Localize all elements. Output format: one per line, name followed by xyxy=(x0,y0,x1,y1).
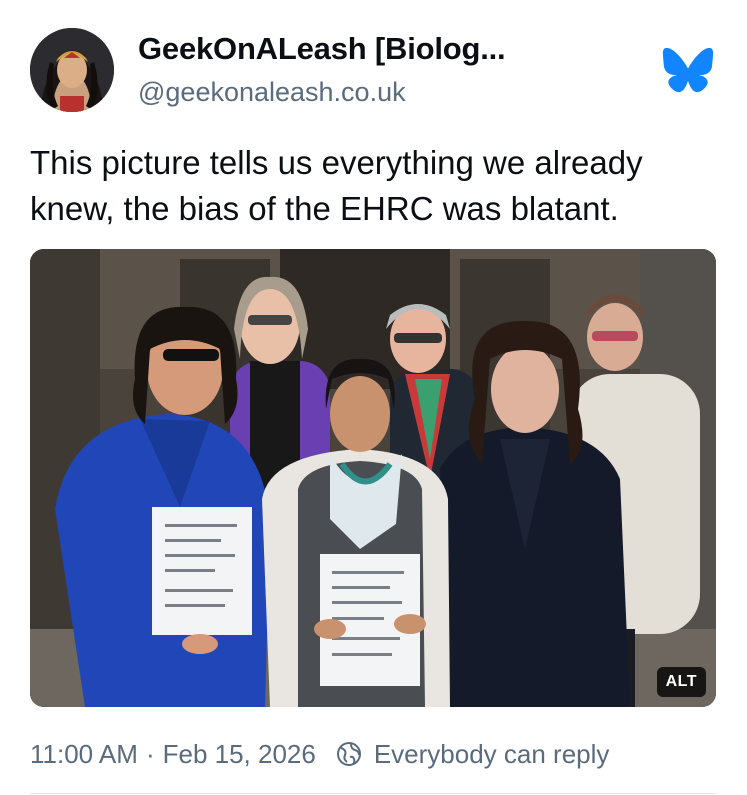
divider xyxy=(30,793,716,794)
post-meta: 11:00 AM · Feb 15, 2026 Everybody can re… xyxy=(30,737,609,771)
author-display-name[interactable]: GeekOnALeash [Biolog... xyxy=(138,31,506,67)
reply-settings[interactable]: Everybody can reply xyxy=(336,738,610,770)
post-text: This picture tells us everything we alre… xyxy=(30,140,720,232)
avatar-image xyxy=(30,28,114,112)
post-image[interactable]: ALT xyxy=(30,249,716,707)
reply-settings-label: Everybody can reply xyxy=(373,738,610,769)
reply-settings-icon xyxy=(336,742,361,766)
post-time: 11:00 AM xyxy=(30,738,138,769)
group-photo xyxy=(30,249,716,707)
post-card: GeekOnALeash [Biolog... @geekonaleash.co… xyxy=(0,0,747,795)
author-handle[interactable]: @geekonaleash.co.uk xyxy=(138,77,406,108)
meta-separator: · xyxy=(145,738,155,769)
alt-text-badge[interactable]: ALT xyxy=(656,667,706,697)
post-text-line: This picture tells us everything we alre… xyxy=(30,144,643,181)
post-text-line: knew, the bias of the EHRC was blatant. xyxy=(30,190,619,227)
author-avatar[interactable] xyxy=(30,28,114,112)
post-date: Feb 15, 2026 xyxy=(162,738,316,769)
butterfly-icon[interactable] xyxy=(662,47,714,93)
